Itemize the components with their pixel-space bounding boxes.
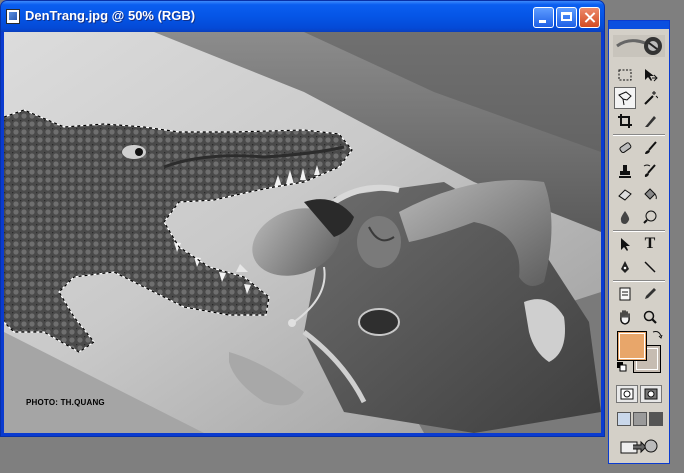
history-brush-icon	[643, 164, 656, 177]
line-icon	[644, 261, 656, 273]
move-tool[interactable]	[639, 64, 661, 86]
polygonal-lasso-tool[interactable]	[614, 87, 636, 109]
document-icon[interactable]	[6, 9, 20, 24]
slice-tool[interactable]	[639, 110, 661, 132]
notes-icon	[619, 287, 631, 301]
paint-bucket-icon	[644, 188, 657, 200]
eraser-icon	[618, 189, 632, 201]
crop-tool[interactable]	[614, 110, 636, 132]
marquee-icon	[618, 69, 632, 81]
zoom-tool[interactable]	[639, 306, 661, 328]
magic-wand-tool[interactable]	[639, 87, 661, 109]
full-screen-menu-mode-button[interactable]	[633, 412, 647, 426]
tools-palette-title-bar[interactable]	[609, 21, 669, 29]
jump-to-imageready-icon	[620, 439, 658, 454]
polygonal-lasso-icon	[618, 91, 632, 106]
history-brush-tool[interactable]	[639, 160, 661, 182]
jump-to-imageready-button[interactable]	[617, 436, 661, 456]
blur-tool[interactable]	[614, 206, 636, 228]
quick-mask-mode-button[interactable]	[640, 385, 662, 403]
document-window: DenTrang.jpg @ 50% (RGB) PHOTO: TH.QUANG	[0, 0, 605, 437]
slice-icon	[645, 116, 656, 127]
standard-screen-mode-button[interactable]	[617, 412, 631, 426]
path-selection-tool[interactable]	[614, 233, 636, 255]
full-screen-mode-button[interactable]	[649, 412, 663, 426]
hand-tool[interactable]	[614, 306, 636, 328]
toolbox-divider	[613, 230, 665, 232]
clone-stamp-tool[interactable]	[614, 160, 636, 182]
adobe-online-icon[interactable]	[613, 35, 665, 57]
pen-icon	[621, 261, 629, 273]
default-colors-icon[interactable]	[617, 362, 627, 372]
photo-image	[4, 32, 601, 433]
marquee-tool[interactable]	[614, 64, 636, 86]
eraser-tool[interactable]	[614, 183, 636, 205]
eyedropper-tool[interactable]	[639, 283, 661, 305]
type-icon: T	[644, 235, 656, 252]
image-canvas[interactable]: PHOTO: TH.QUANG	[4, 32, 601, 433]
dodge-tool[interactable]	[639, 206, 661, 228]
swap-colors-icon[interactable]	[651, 328, 663, 340]
crop-icon	[618, 114, 632, 128]
notes-tool[interactable]	[614, 283, 636, 305]
path-selection-icon	[621, 238, 630, 251]
dodge-icon	[643, 210, 657, 224]
foreground-color-swatch[interactable]	[617, 331, 647, 361]
eyedropper-icon	[645, 288, 656, 299]
standard-mode-icon	[620, 388, 634, 400]
brush-icon	[645, 141, 657, 154]
pen-tool[interactable]	[614, 256, 636, 278]
standard-mode-button[interactable]	[616, 385, 638, 403]
blur-icon	[620, 211, 630, 224]
toolbox-divider	[613, 134, 665, 136]
zoom-icon	[643, 310, 657, 324]
healing-brush-tool[interactable]	[614, 137, 636, 159]
type-tool[interactable]: T	[639, 233, 661, 255]
minimize-button[interactable]	[533, 7, 554, 28]
quick-mask-icon	[644, 388, 658, 400]
close-button[interactable]	[579, 7, 600, 28]
healing-brush-icon	[619, 142, 632, 154]
move-icon	[645, 69, 658, 82]
brush-tool[interactable]	[639, 137, 661, 159]
maximize-button[interactable]	[556, 7, 577, 28]
clone-stamp-icon	[619, 165, 631, 178]
tools-palette: T	[608, 20, 670, 464]
paint-bucket-tool[interactable]	[639, 183, 661, 205]
magic-wand-icon	[644, 91, 658, 105]
toolbox-divider	[613, 280, 665, 282]
title-bar[interactable]: DenTrang.jpg @ 50% (RGB)	[1, 1, 604, 32]
line-tool[interactable]	[639, 256, 661, 278]
hand-icon	[620, 310, 630, 325]
window-title: DenTrang.jpg @ 50% (RGB)	[25, 8, 196, 23]
photo-credit: PHOTO: TH.QUANG	[26, 398, 105, 407]
